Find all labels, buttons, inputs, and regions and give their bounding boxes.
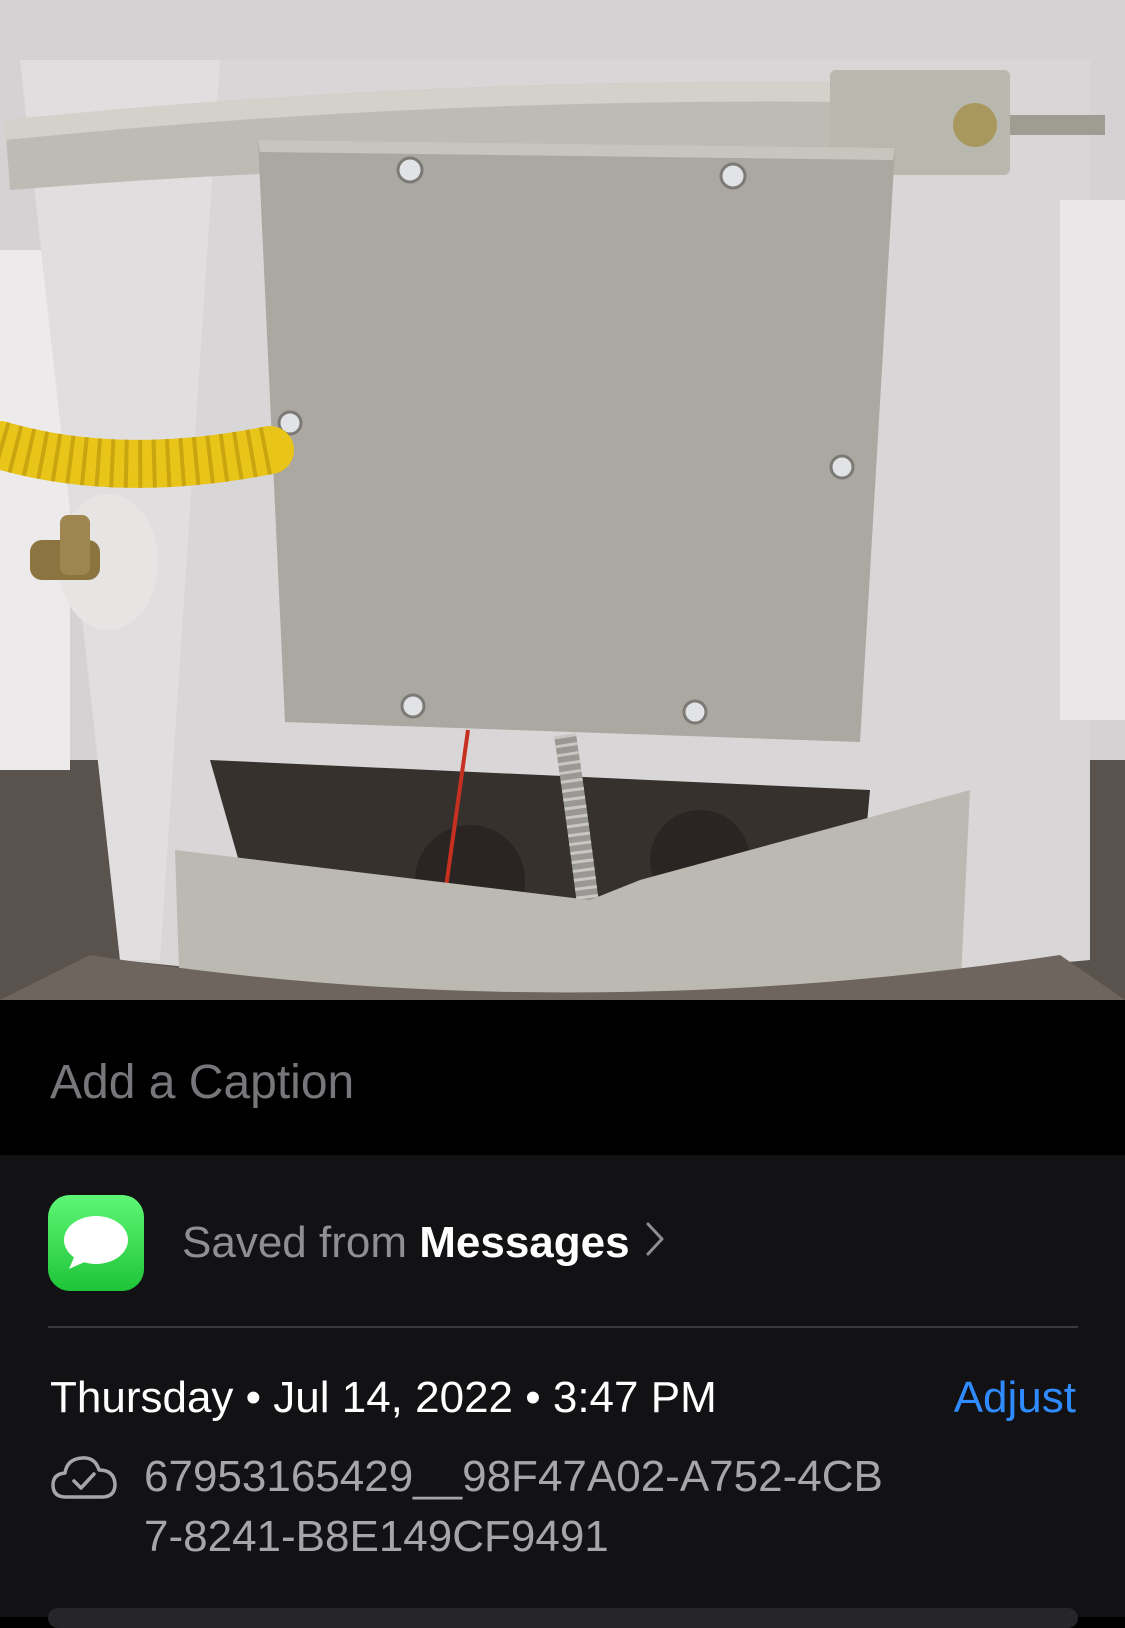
saved-from-row[interactable]: Saved from Messages: [48, 1195, 1076, 1291]
next-section-edge: [48, 1608, 1078, 1628]
caption-input[interactable]: [50, 1052, 1050, 1112]
saved-from-prefix: Saved from: [182, 1218, 407, 1267]
saved-from-text: Saved from Messages: [182, 1218, 666, 1268]
divider: [48, 1326, 1078, 1328]
icloud-checkmark-icon: [51, 1456, 117, 1499]
adjust-button[interactable]: Adjust: [954, 1373, 1076, 1423]
photo-viewer[interactable]: [0, 0, 1125, 1000]
water-heater-photo: [0, 0, 1125, 1000]
photo-date: Thursday • Jul 14, 2022 • 3:47 PM: [50, 1373, 717, 1422]
date-row: Thursday • Jul 14, 2022 • 3:47 PM Adjust: [50, 1373, 1076, 1429]
messages-app-icon: [48, 1195, 144, 1291]
file-name: 67953165429__98F47A02-A752-4CB7-8241-B8E…: [144, 1452, 883, 1561]
source-app-name: Messages: [419, 1218, 630, 1267]
info-panel: Saved from Messages Thursday • Jul 14, 2…: [0, 1155, 1125, 1628]
caption-area: [0, 1000, 1125, 1155]
chevron-right-icon: [644, 1218, 666, 1268]
